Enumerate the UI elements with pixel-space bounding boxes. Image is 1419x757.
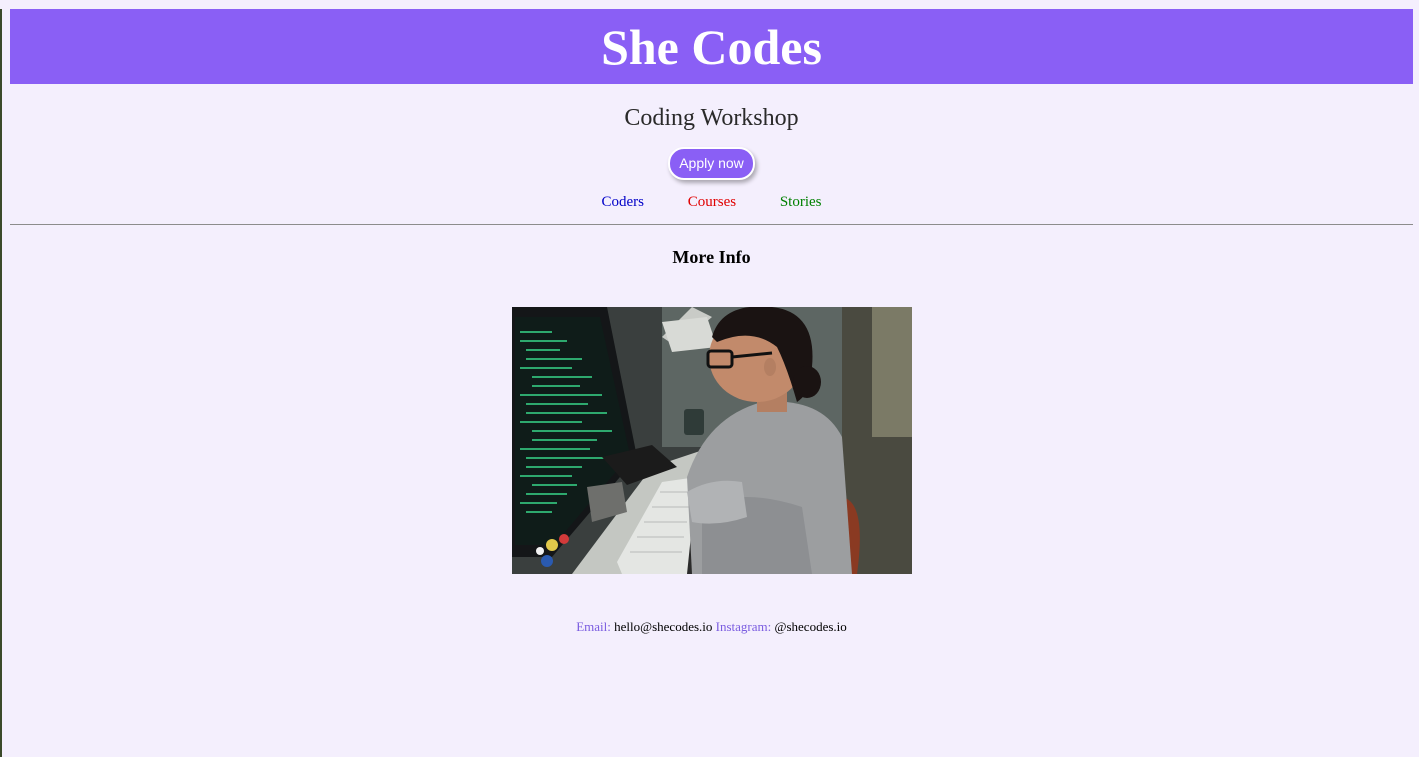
nav-link-courses[interactable]: Courses (688, 194, 736, 210)
photo-container (10, 307, 1413, 574)
nav-link-coders[interactable]: Coders (601, 194, 644, 210)
nav-link-stories[interactable]: Stories (780, 194, 822, 210)
instagram-value: @shecodes.io (774, 619, 847, 634)
apply-container: Apply now (10, 147, 1413, 180)
page: She Codes Coding Workshop Apply now Code… (10, 9, 1413, 636)
footer-contact: Email: hello@shecodes.io Instagram: @she… (10, 618, 1413, 636)
email-label: Email: (576, 619, 611, 634)
window-edge (0, 9, 2, 757)
woman-coding-photo (511, 307, 912, 574)
header-banner: She Codes (10, 9, 1413, 84)
instagram-label: Instagram: (715, 619, 772, 634)
email-value: hello@shecodes.io (614, 619, 713, 634)
workshop-subtitle: Coding Workshop (624, 105, 799, 131)
site-title: She Codes (601, 18, 822, 75)
divider (10, 224, 1413, 225)
more-info-heading: More Info (672, 247, 751, 267)
apply-now-button[interactable]: Apply now (668, 147, 755, 180)
nav-links: Coders Courses Stories (10, 192, 1413, 212)
